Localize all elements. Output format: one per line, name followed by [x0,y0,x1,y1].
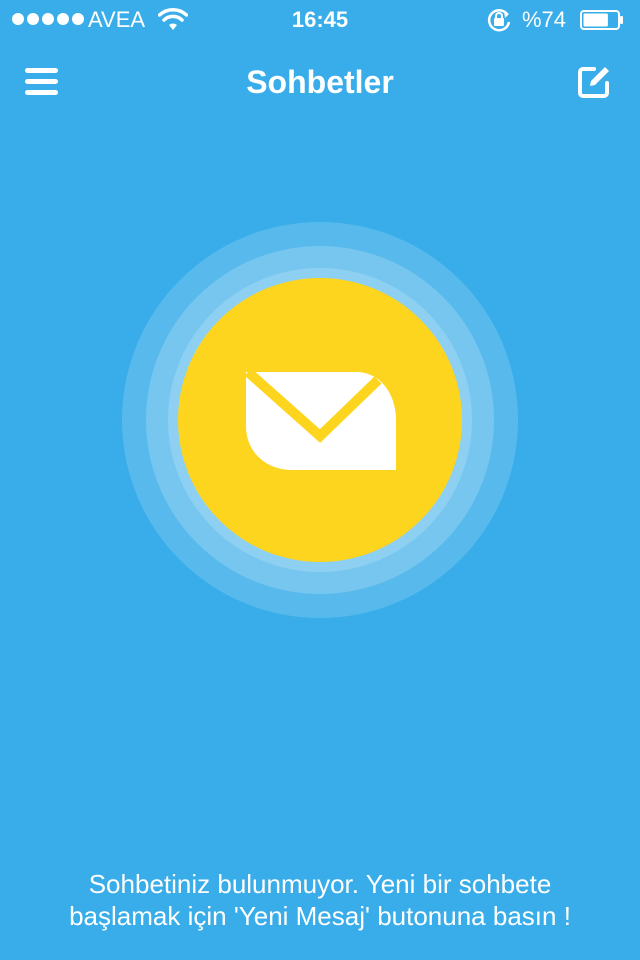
new-message-button[interactable] [574,62,614,102]
page-title: Sohbetler [246,64,394,100]
empty-state-illustration [122,222,518,618]
battery-icon [580,10,623,30]
status-bar: AVEA 16:45 %74 [0,0,640,40]
empty-chats-message: Sohbetiniz bulunmuyor. Yeni bir sohbete … [69,869,571,931]
envelope-icon [244,368,396,470]
navigation-bar: Sohbetler [0,40,640,128]
rotation-lock-icon [487,9,511,32]
battery-percentage: %74 [522,7,567,32]
